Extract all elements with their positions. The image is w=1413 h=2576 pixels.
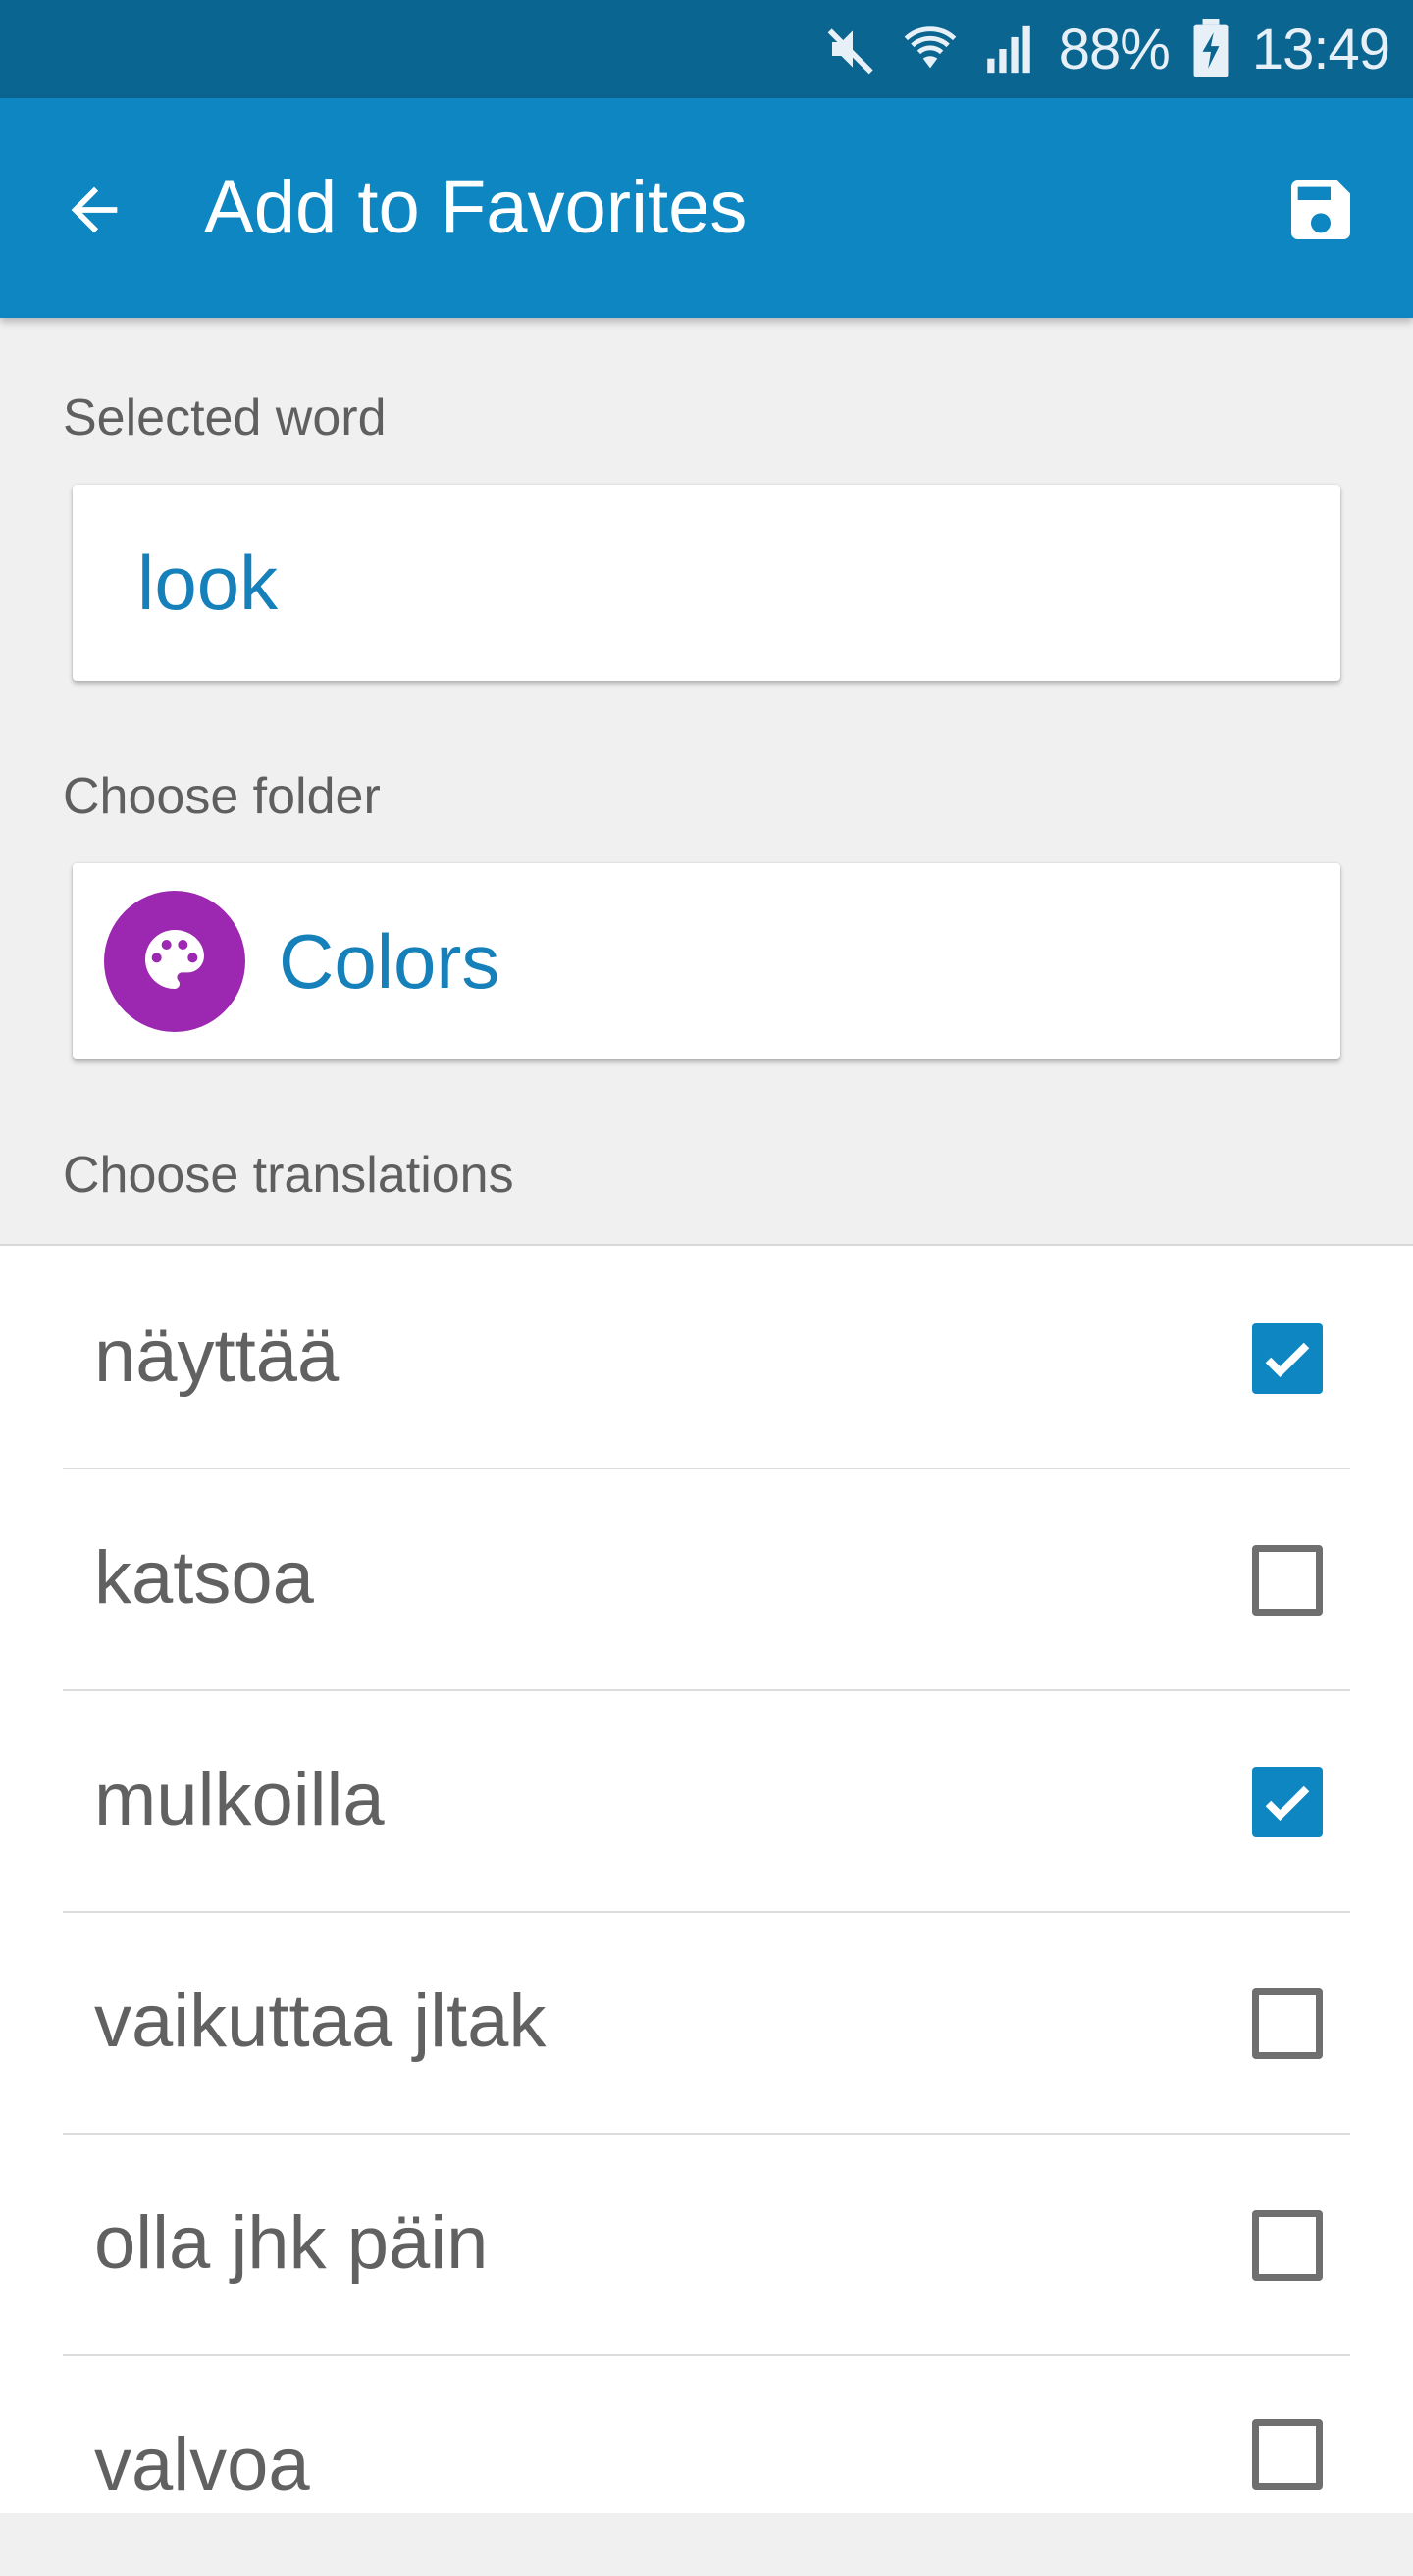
translation-checkbox[interactable] [1252, 1767, 1323, 1837]
save-button[interactable] [1280, 171, 1362, 253]
folder-avatar [104, 891, 245, 1032]
translation-row[interactable]: näyttää [63, 1246, 1350, 1469]
selected-word-field[interactable]: look [73, 485, 1340, 681]
translation-checkbox[interactable] [1252, 1988, 1323, 2059]
mute-icon [825, 22, 880, 77]
translation-label: mulkoilla [94, 1758, 385, 1841]
app-bar: Add to Favorites [0, 98, 1413, 318]
translation-row[interactable]: katsoa [63, 1468, 1350, 1691]
translation-label: olla jhk päin [94, 2201, 489, 2285]
translation-row[interactable]: olla jhk päin [63, 2133, 1350, 2356]
page-title: Add to Favorites [204, 166, 748, 249]
signal-icon [980, 21, 1037, 77]
clock: 13:49 [1251, 17, 1390, 81]
folder-name: Colors [279, 918, 500, 1005]
translation-checkbox[interactable] [1252, 1545, 1323, 1616]
back-button[interactable] [55, 173, 133, 251]
translation-label: vaikuttaa jltak [94, 1980, 547, 2063]
choose-folder-label: Choose folder [63, 768, 381, 825]
status-bar: 88% 13:49 [0, 0, 1413, 98]
battery-percent: 88% [1058, 17, 1171, 81]
translation-row[interactable]: vaikuttaa jltak [63, 1911, 1350, 2135]
translation-label: katsoa [94, 1536, 314, 1620]
palette-icon [135, 920, 214, 1004]
check-icon [1265, 1342, 1310, 1378]
translation-checkbox[interactable] [1252, 2210, 1323, 2281]
translation-checkbox[interactable] [1252, 1323, 1323, 1394]
battery-charging-icon [1191, 19, 1230, 79]
check-icon [1265, 1785, 1310, 1822]
translation-row[interactable]: mulkoilla [63, 1689, 1350, 1913]
wifi-icon [902, 21, 959, 77]
choose-translations-label: Choose translations [63, 1147, 514, 1204]
selected-word-label: Selected word [63, 389, 387, 446]
folder-selector[interactable]: Colors [73, 863, 1340, 1059]
translation-checkbox[interactable] [1252, 2419, 1323, 2490]
translation-label: näyttää [94, 1314, 340, 1398]
save-icon [1282, 171, 1360, 254]
translation-label: valvoa [94, 2423, 310, 2506]
translation-row[interactable]: valvoa [63, 2354, 1350, 2576]
translations-list: näyttää katsoa mulkoilla vaikuttaa jltak… [0, 1244, 1413, 2513]
arrow-back-icon [60, 176, 129, 249]
status-icons: 88% 13:49 [825, 0, 1390, 98]
selected-word-value: look [137, 540, 279, 626]
